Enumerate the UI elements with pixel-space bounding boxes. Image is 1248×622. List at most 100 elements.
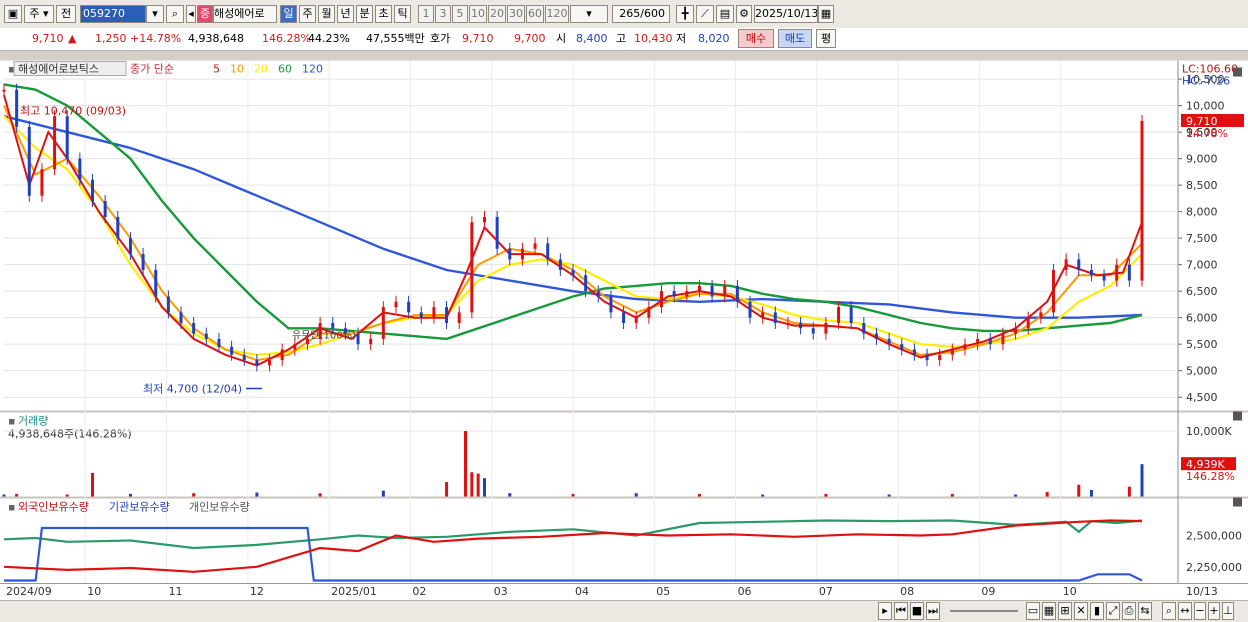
sell-button[interactable]: 매도: [778, 29, 812, 48]
low-annotation: 최저 4,700 (12/04): [143, 383, 242, 396]
search-icon[interactable]: ⌕: [166, 5, 184, 23]
candle-body: [609, 296, 613, 313]
candle-body: [925, 354, 929, 361]
open-label: 시: [556, 32, 567, 45]
candle-body: [761, 312, 765, 318]
prev-button[interactable]: 전: [56, 5, 76, 23]
zoom-icon[interactable]: ⌕: [1162, 602, 1176, 620]
x-tick-label: 07: [818, 585, 833, 598]
price-tick-label: 7,000: [1186, 259, 1218, 272]
volume-bar: [1127, 486, 1131, 497]
candle-body: [622, 312, 626, 323]
legend-ma-20: 20: [254, 63, 268, 76]
volume-bar: [697, 493, 701, 497]
line-tool-icon[interactable]: ⟋: [696, 5, 714, 23]
count-field[interactable]: 265/600: [612, 5, 670, 23]
candle-body: [685, 291, 689, 297]
holdings-legend-1: 기관보유수량: [109, 501, 170, 514]
bar-icon[interactable]: ▮: [1090, 602, 1104, 620]
stock-code-input[interactable]: 059270: [80, 5, 146, 23]
legend-ma-5: 5: [213, 63, 220, 76]
low-price: 8,020: [698, 32, 730, 45]
x-tick-label: 12: [249, 585, 264, 598]
first-page-icon[interactable]: ⏮: [894, 602, 908, 620]
candle-body: [735, 285, 739, 302]
zoom-out-icon[interactable]: −: [1194, 602, 1206, 620]
layout-icon[interactable]: ▭: [1026, 602, 1040, 620]
cross-icon[interactable]: ✕: [1074, 602, 1088, 620]
buy-button[interactable]: 매수: [738, 29, 774, 48]
price-tick-label: 8,500: [1186, 179, 1218, 192]
interval-button-60[interactable]: 60: [526, 5, 544, 23]
compare-icon[interactable]: ⇆: [1138, 602, 1152, 620]
interval-button-30[interactable]: 30: [507, 5, 525, 23]
window-menu-icon[interactable]: ▣: [4, 5, 22, 23]
date-field[interactable]: 2025/10/13: [754, 5, 818, 23]
print-icon[interactable]: ⎙: [1122, 602, 1136, 620]
candle-body: [824, 322, 828, 334]
save-icon[interactable]: ▤: [716, 5, 734, 23]
tab-period-2[interactable]: 월: [318, 5, 335, 23]
candle-icon[interactable]: ╋: [676, 5, 694, 23]
interval-input[interactable]: ▾: [570, 5, 608, 23]
tab-period-1[interactable]: 주: [299, 5, 316, 23]
grid-icon[interactable]: ▦: [1042, 602, 1056, 620]
avg-button[interactable]: 평: [816, 29, 836, 48]
candle-body: [1127, 264, 1131, 281]
stock-name-field[interactable]: 해성에어로: [213, 5, 277, 23]
legend-stock-name: 해성에어로보틱스: [18, 62, 99, 76]
gear-icon[interactable]: ⚙: [736, 5, 752, 23]
count-max: /600: [640, 7, 665, 20]
candle-body: [584, 275, 588, 292]
calendar-icon[interactable]: ▦: [818, 5, 834, 23]
volume-bar: [824, 493, 828, 497]
current-price: 9,710: [32, 32, 64, 45]
open-price: 8,400: [576, 32, 608, 45]
zoom-slider[interactable]: [950, 610, 1018, 612]
expand-icon[interactable]: ⤢: [1106, 602, 1120, 620]
speaker-icon[interactable]: ◂: [186, 5, 196, 23]
candle-body: [103, 201, 107, 217]
candle-body: [128, 238, 132, 255]
stop-icon[interactable]: ■: [910, 602, 924, 620]
candle-body: [963, 344, 967, 350]
candle-body: [1115, 264, 1119, 281]
volume-bar: [476, 473, 480, 497]
tab-period-6[interactable]: 틱: [394, 5, 411, 23]
tab-period-4[interactable]: 분: [356, 5, 373, 23]
candle-body: [192, 322, 196, 334]
candle-body: [419, 312, 423, 318]
candle-body: [407, 301, 411, 313]
candle-body: [533, 243, 537, 249]
ask-label: 호가: [430, 32, 451, 45]
price-tick-label: 10,000: [1186, 100, 1225, 113]
last-page-icon[interactable]: ⏭: [926, 602, 940, 620]
price-tick-label: 5,000: [1186, 365, 1218, 378]
split-icon[interactable]: ⊞: [1058, 602, 1072, 620]
x-tick-label: 2024/09: [6, 585, 52, 598]
fit-icon[interactable]: ⊥: [1222, 602, 1234, 620]
code-dropdown-icon[interactable]: ▾: [146, 5, 164, 23]
interval-button-1[interactable]: 1: [418, 5, 434, 23]
tab-period-3[interactable]: 년: [337, 5, 354, 23]
tab-period-5[interactable]: 초: [375, 5, 392, 23]
market-select[interactable]: 주 ▾: [24, 5, 54, 23]
interval-button-20[interactable]: 20: [488, 5, 506, 23]
scroll-right-icon[interactable]: ▸: [878, 602, 892, 620]
tab-period-0[interactable]: 일: [280, 5, 297, 23]
interval-button-10[interactable]: 10: [469, 5, 487, 23]
legend-ma-120: 120: [302, 63, 323, 76]
candle-body: [1077, 259, 1081, 270]
candle-body: [331, 322, 335, 329]
candle-body: [65, 116, 69, 159]
volume-scale: 10,000K: [1186, 425, 1232, 438]
candle-body: [394, 301, 398, 308]
volume-bar: [571, 493, 575, 497]
interval-button-5[interactable]: 5: [452, 5, 468, 23]
candle-body: [950, 349, 954, 355]
ask-price-2: 9,700: [514, 32, 546, 45]
interval-button-120[interactable]: 120: [545, 5, 569, 23]
interval-button-3[interactable]: 3: [435, 5, 451, 23]
pan-icon[interactable]: ↔: [1178, 602, 1192, 620]
zoom-in-icon[interactable]: +: [1208, 602, 1220, 620]
